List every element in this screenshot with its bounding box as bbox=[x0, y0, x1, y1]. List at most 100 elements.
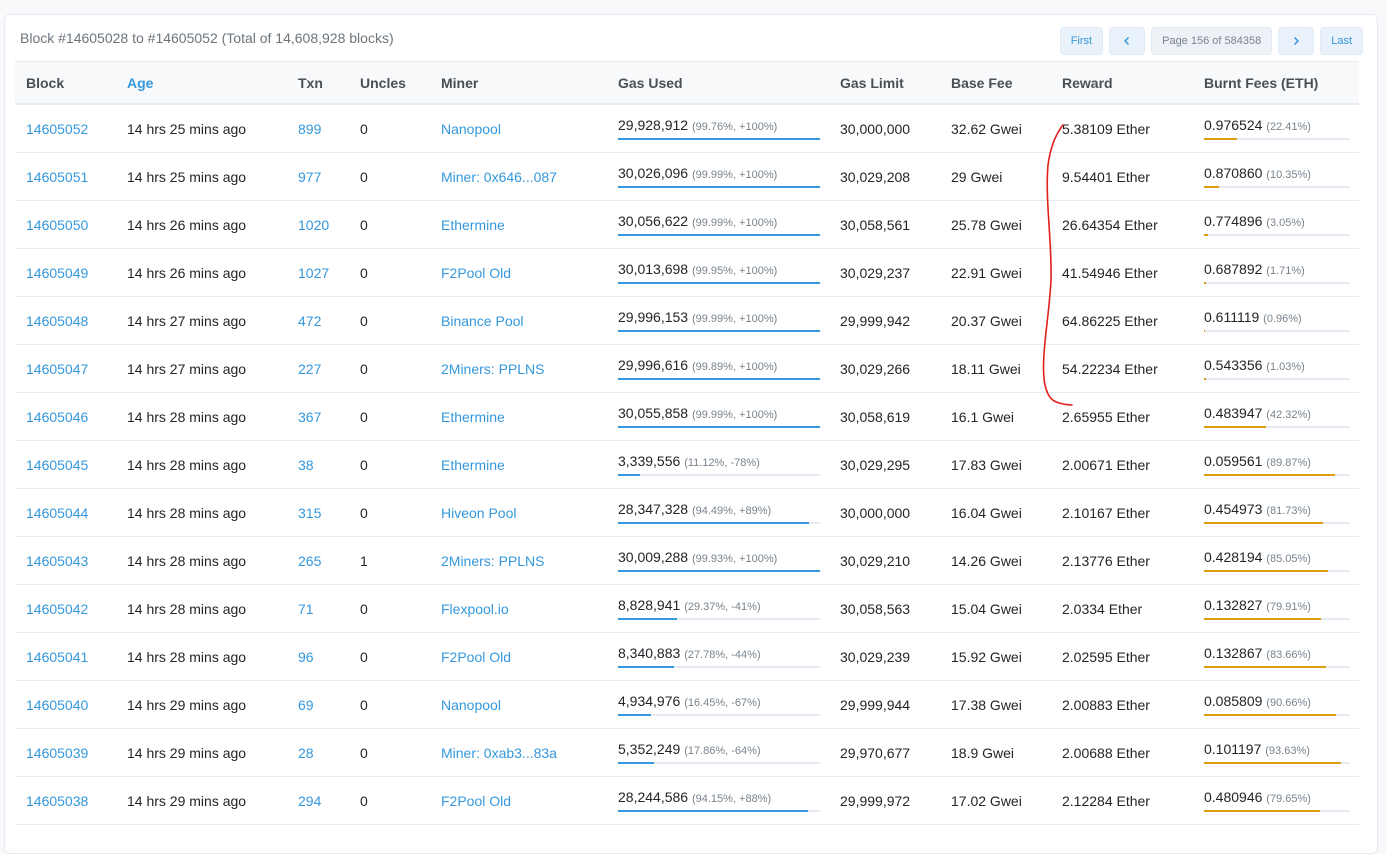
block-number-link[interactable]: 14605051 bbox=[26, 169, 88, 185]
base-fee-value: 17.83 Gwei bbox=[951, 456, 1022, 473]
prev-page-button[interactable] bbox=[1109, 27, 1146, 55]
gas-used-bar-fill bbox=[618, 282, 820, 284]
reward-value: 2.10167 Ether bbox=[1062, 504, 1150, 521]
table-row: 14605043 14 hrs 28 mins ago 265 1 2Miners: P… bbox=[15, 536, 1359, 585]
block-number-link[interactable]: 14605038 bbox=[26, 793, 88, 809]
miner-link[interactable]: Ethermine bbox=[441, 217, 505, 233]
uncles-count: 1 bbox=[360, 552, 368, 569]
block-number-link[interactable]: 14605040 bbox=[26, 697, 88, 713]
block-number-link[interactable]: 14605042 bbox=[26, 601, 88, 617]
miner-link[interactable]: Nanopool bbox=[441, 697, 501, 713]
gas-used-bar-fill bbox=[618, 330, 820, 332]
burnt-fee-percent: (90.66%) bbox=[1266, 697, 1311, 709]
miner-link[interactable]: Nanopool bbox=[441, 121, 501, 137]
gas-used-bar-fill bbox=[618, 378, 820, 380]
txn-count-link[interactable]: 1027 bbox=[298, 265, 329, 281]
gas-used-bar-fill bbox=[618, 474, 641, 476]
miner-link[interactable]: 2Miners: PPLNS bbox=[441, 361, 544, 377]
last-page-button[interactable]: Last bbox=[1320, 27, 1363, 55]
miner-link[interactable]: Ethermine bbox=[441, 409, 505, 425]
miner-link[interactable]: Binance Pool bbox=[441, 313, 524, 329]
burnt-fee-bar bbox=[1204, 522, 1350, 524]
txn-count-link[interactable]: 265 bbox=[298, 553, 321, 569]
gas-used-detail: (99.99%, +100%) bbox=[691, 217, 778, 229]
table-row: 14605041 14 hrs 28 mins ago 96 0 F2Pool Old 8… bbox=[15, 632, 1359, 681]
miner-link[interactable]: F2Pool Old bbox=[441, 265, 511, 281]
block-number-link[interactable]: 14605039 bbox=[26, 745, 88, 761]
burnt-fee-percent: (85.05%) bbox=[1266, 553, 1311, 565]
block-number-link[interactable]: 14605047 bbox=[26, 361, 88, 377]
txn-count-link[interactable]: 227 bbox=[298, 361, 321, 377]
burnt-fee-bar bbox=[1204, 186, 1350, 188]
miner-link[interactable]: Ethermine bbox=[441, 457, 505, 473]
first-page-button[interactable]: First bbox=[1059, 27, 1104, 55]
next-page-button[interactable] bbox=[1278, 27, 1315, 55]
burnt-fee-percent: (79.65%) bbox=[1266, 793, 1311, 805]
uncles-count: 0 bbox=[360, 792, 368, 809]
txn-count-link[interactable]: 472 bbox=[298, 313, 321, 329]
miner-link[interactable]: Flexpool.io bbox=[441, 601, 509, 617]
block-number-link[interactable]: 14605044 bbox=[26, 505, 88, 521]
txn-count-link[interactable]: 315 bbox=[298, 505, 321, 521]
gas-used-detail: (11.12%, -78%) bbox=[684, 457, 760, 469]
miner-link[interactable]: Miner: 0x646...087 bbox=[441, 169, 557, 185]
reward-value: 2.00883 Ether bbox=[1062, 696, 1150, 713]
burnt-fee-bar-fill bbox=[1204, 810, 1321, 812]
txn-count-link[interactable]: 96 bbox=[298, 649, 314, 665]
reward-value: 2.02595 Ether bbox=[1062, 648, 1150, 665]
txn-count-link[interactable]: 294 bbox=[298, 793, 321, 809]
col-txn: Txn bbox=[287, 61, 349, 105]
block-number-link[interactable]: 14605052 bbox=[26, 121, 88, 137]
gas-used-value: 29,928,912 bbox=[618, 117, 689, 133]
gas-limit-value: 30,029,210 bbox=[840, 552, 911, 569]
block-age: 14 hrs 28 mins ago bbox=[127, 456, 247, 473]
base-fee-value: 17.38 Gwei bbox=[951, 696, 1022, 713]
txn-count-link[interactable]: 1020 bbox=[298, 217, 329, 233]
base-fee-value: 15.04 Gwei bbox=[951, 600, 1022, 617]
block-number-link[interactable]: 14605041 bbox=[26, 649, 88, 665]
base-fee-value: 16.04 Gwei bbox=[951, 504, 1022, 521]
block-number-link[interactable]: 14605043 bbox=[26, 553, 88, 569]
burnt-fee-value: 0.428194 bbox=[1204, 549, 1263, 565]
block-number-link[interactable]: 14605048 bbox=[26, 313, 88, 329]
miner-link[interactable]: Miner: 0xab3...83a bbox=[441, 745, 557, 761]
gas-used-bar-fill bbox=[618, 186, 820, 188]
burnt-fee-bar bbox=[1204, 138, 1350, 140]
burnt-fee-percent: (83.66%) bbox=[1266, 649, 1311, 661]
miner-link[interactable]: Hiveon Pool bbox=[441, 505, 517, 521]
txn-count-link[interactable]: 367 bbox=[298, 409, 321, 425]
txn-count-link[interactable]: 71 bbox=[298, 601, 314, 617]
block-number-link[interactable]: 14605046 bbox=[26, 409, 88, 425]
gas-used-value: 29,996,616 bbox=[618, 357, 689, 373]
gas-used-bar-fill bbox=[618, 762, 655, 764]
block-number-link[interactable]: 14605049 bbox=[26, 265, 88, 281]
block-number-link[interactable]: 14605050 bbox=[26, 217, 88, 233]
table-header: Block Age Txn Uncles Miner Gas Used Gas … bbox=[15, 61, 1359, 105]
base-fee-value: 14.26 Gwei bbox=[951, 552, 1022, 569]
txn-count-link[interactable]: 38 bbox=[298, 457, 314, 473]
block-age: 14 hrs 27 mins ago bbox=[127, 360, 247, 377]
txn-count-link[interactable]: 69 bbox=[298, 697, 314, 713]
txn-count-link[interactable]: 977 bbox=[298, 169, 321, 185]
txn-count-link[interactable]: 28 bbox=[298, 745, 314, 761]
miner-link[interactable]: 2Miners: PPLNS bbox=[441, 553, 544, 569]
col-age[interactable]: Age bbox=[116, 61, 287, 105]
gas-used-bar bbox=[618, 762, 820, 764]
miner-link[interactable]: F2Pool Old bbox=[441, 793, 511, 809]
txn-count-link[interactable]: 899 bbox=[298, 121, 321, 137]
burnt-fee-value: 0.454973 bbox=[1204, 501, 1263, 517]
miner-link[interactable]: F2Pool Old bbox=[441, 649, 511, 665]
table-row: 14605051 14 hrs 25 mins ago 977 0 Miner: 0x6… bbox=[15, 152, 1359, 201]
base-fee-value: 18.9 Gwei bbox=[951, 744, 1015, 761]
uncles-count: 0 bbox=[360, 264, 368, 281]
burnt-fee-bar-fill bbox=[1204, 762, 1341, 764]
burnt-fee-value: 0.101197 bbox=[1204, 741, 1262, 757]
blocks-table: Block Age Txn Uncles Miner Gas Used Gas … bbox=[15, 61, 1359, 825]
gas-limit-value: 29,999,972 bbox=[840, 792, 911, 809]
gas-limit-value: 30,058,619 bbox=[840, 408, 911, 425]
block-number-link[interactable]: 14605045 bbox=[26, 457, 88, 473]
gas-used-detail: (99.99%, +100%) bbox=[691, 313, 778, 325]
col-gas-used: Gas Used bbox=[607, 61, 829, 105]
burnt-fee-value: 0.483947 bbox=[1204, 405, 1263, 421]
gas-used-detail: (94.15%, +88%) bbox=[691, 793, 772, 805]
